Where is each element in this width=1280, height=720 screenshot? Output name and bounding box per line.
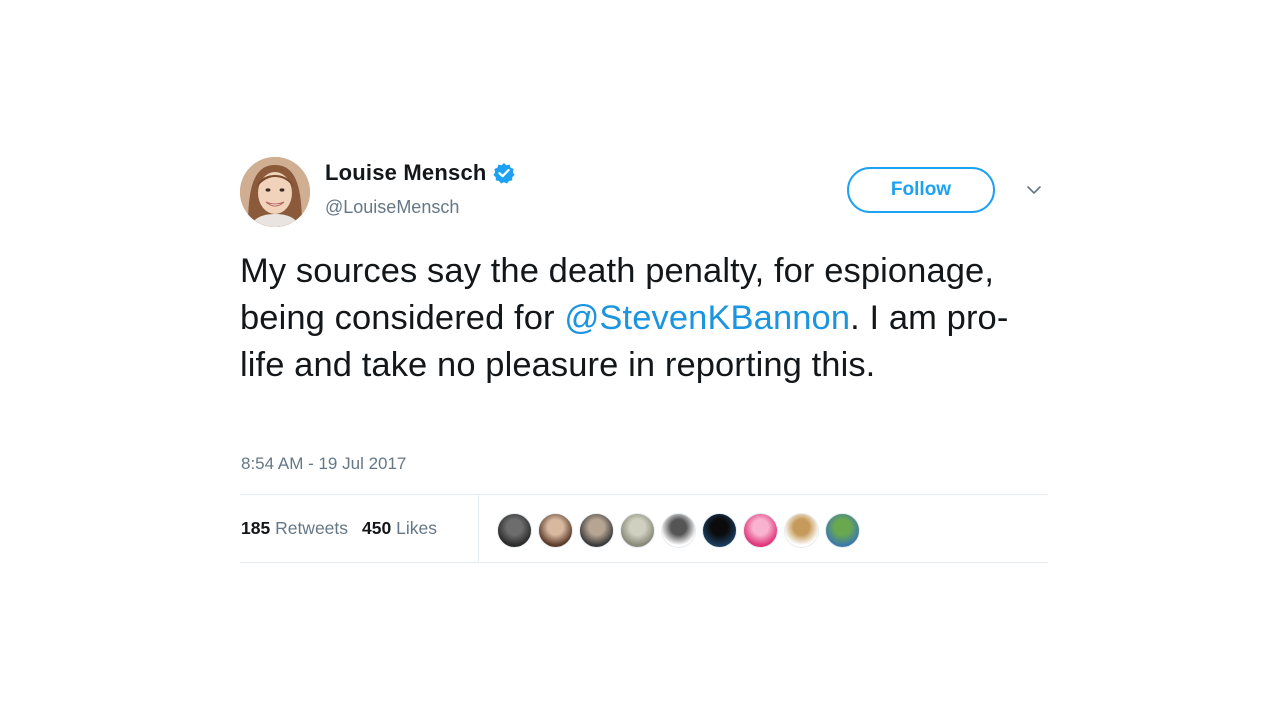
liker-avatars bbox=[497, 513, 860, 548]
stats-divider bbox=[478, 495, 479, 562]
liker-avatar[interactable] bbox=[661, 513, 696, 548]
likes-stat[interactable]: 450 Likes bbox=[362, 518, 437, 539]
tweet-text: My sources say the death penalty, for es… bbox=[240, 248, 1048, 389]
likes-count: 450 bbox=[362, 518, 392, 538]
liker-avatar[interactable] bbox=[579, 513, 614, 548]
avatar[interactable] bbox=[240, 157, 310, 227]
retweets-label: Retweets bbox=[275, 518, 349, 538]
tweet-timestamp[interactable]: 8:54 AM - 19 Jul 2017 bbox=[241, 454, 406, 474]
liker-avatar[interactable] bbox=[743, 513, 778, 548]
user-handle[interactable]: @LouiseMensch bbox=[325, 197, 459, 218]
avatar-image bbox=[240, 157, 310, 227]
likes-label: Likes bbox=[396, 518, 437, 538]
liker-avatar[interactable] bbox=[784, 513, 819, 548]
liker-avatar[interactable] bbox=[497, 513, 532, 548]
liker-avatar[interactable] bbox=[620, 513, 655, 548]
divider-bottom bbox=[240, 562, 1048, 563]
retweets-stat[interactable]: 185 Retweets bbox=[241, 518, 348, 539]
engagement-stats: 185 Retweets 450 Likes bbox=[241, 518, 437, 539]
liker-avatar[interactable] bbox=[825, 513, 860, 548]
divider-top bbox=[240, 494, 1048, 495]
mention-link[interactable]: @StevenKBannon bbox=[564, 299, 850, 337]
follow-button[interactable]: Follow bbox=[847, 167, 995, 213]
liker-avatar[interactable] bbox=[538, 513, 573, 548]
verified-badge-icon bbox=[492, 162, 515, 184]
liker-avatar[interactable] bbox=[702, 513, 737, 548]
name-row: Louise Mensch bbox=[325, 160, 515, 186]
chevron-down-icon[interactable] bbox=[1026, 183, 1042, 195]
display-name[interactable]: Louise Mensch bbox=[325, 160, 487, 186]
retweets-count: 185 bbox=[241, 518, 271, 538]
